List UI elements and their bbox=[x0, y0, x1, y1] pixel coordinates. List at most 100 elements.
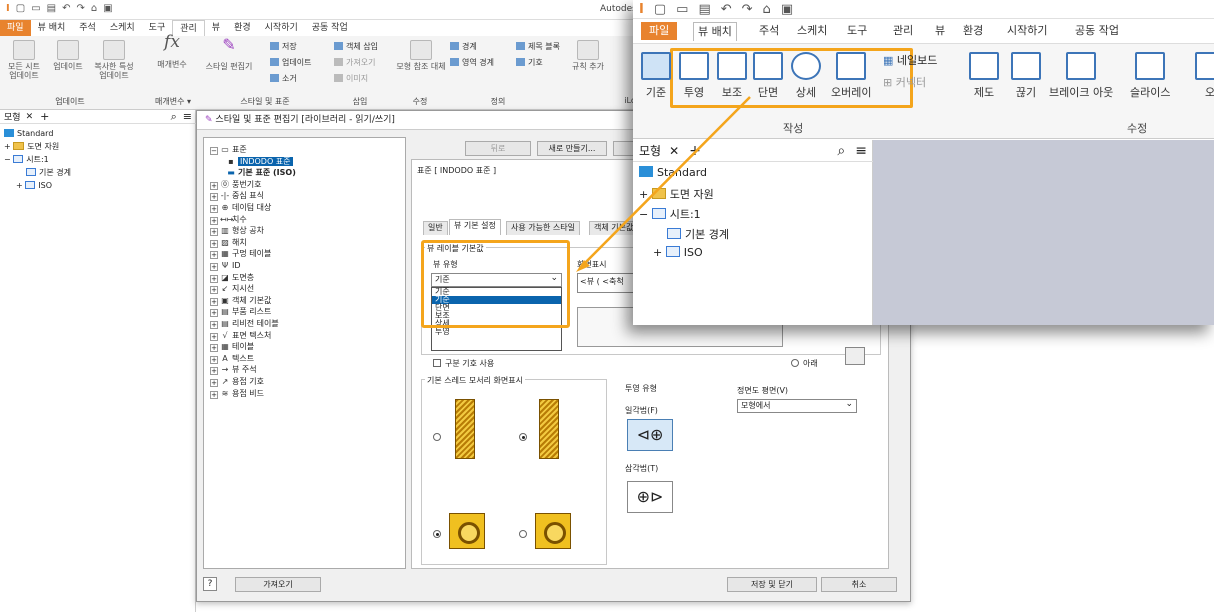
projected-view-button[interactable]: 투영 bbox=[679, 52, 709, 100]
close-tab-icon[interactable]: ✕ bbox=[26, 112, 34, 122]
nailboard-button[interactable]: ▦ 네일보드 bbox=[883, 52, 937, 68]
menu-item-6[interactable]: 뷰 bbox=[205, 20, 227, 36]
expand-toggle-icon[interactable]: + bbox=[210, 263, 218, 271]
expand-toggle-icon[interactable]: + bbox=[210, 193, 218, 202]
expand-toggle-icon[interactable]: + bbox=[210, 297, 218, 306]
image-button[interactable]: 이미지 bbox=[334, 74, 368, 84]
style-tree-node-15[interactable]: + ▤ 리비전 테이블 bbox=[210, 318, 279, 329]
style-editor-button[interactable]: ✎ 스타일 편집기 bbox=[204, 37, 254, 72]
zone-border-button[interactable]: 영역 경계 bbox=[450, 58, 494, 68]
label-position-button[interactable] bbox=[845, 347, 865, 365]
expand-toggle-icon[interactable]: + bbox=[210, 251, 218, 260]
expand-toggle-icon[interactable]: + bbox=[210, 205, 218, 213]
overlay-view-button[interactable]: 오버레이 bbox=[831, 52, 871, 100]
insert-object-button[interactable]: 객체 삽입 bbox=[334, 42, 378, 52]
break-button[interactable]: 끊기 bbox=[1011, 52, 1041, 100]
styles-update-button[interactable]: 업데이트 bbox=[270, 58, 311, 68]
section-view-button[interactable]: 단면 bbox=[753, 52, 783, 100]
inset-search-icon[interactable]: ⌕ bbox=[837, 143, 845, 159]
inset-menu-item-7[interactable]: 환경 bbox=[959, 22, 987, 40]
styles-save-button[interactable]: 저장 bbox=[270, 42, 297, 52]
help-icon[interactable]: ? bbox=[203, 577, 217, 591]
add-tab-icon[interactable]: + bbox=[40, 110, 49, 123]
style-tree-node-17[interactable]: + ▦ 테이블 bbox=[210, 341, 254, 353]
style-tree-node-4[interactable]: + -|- 중심 표식 bbox=[210, 190, 264, 202]
inset-tree-item-standard[interactable]: Standard bbox=[639, 166, 707, 179]
expand-toggle-icon[interactable]: + bbox=[210, 274, 218, 283]
style-tree-node-0[interactable]: − ▭ 표준 bbox=[210, 144, 247, 155]
inset-home-icon[interactable]: ⌂ bbox=[763, 2, 771, 17]
new-style-button[interactable]: 새로 만들기... bbox=[537, 141, 607, 156]
expand-toggle-icon[interactable]: + bbox=[210, 228, 218, 237]
tab-available-styles[interactable]: 사용 가능한 스타일 bbox=[506, 221, 580, 235]
inset-new-icon[interactable]: ▢ bbox=[654, 2, 666, 17]
inset-menu-item-1[interactable]: 뷰 배치 bbox=[693, 22, 737, 41]
inset-menu-item-8[interactable]: 시작하기 bbox=[1003, 22, 1051, 40]
first-angle-button[interactable]: ⊲⊕ bbox=[627, 419, 673, 451]
inset-redo-icon[interactable]: ↷ bbox=[742, 2, 753, 17]
style-tree-node-20[interactable]: + ↗ 용접 기호 bbox=[210, 376, 264, 387]
save-and-close-button[interactable]: 저장 및 닫기 bbox=[727, 577, 817, 592]
expand-toggle-icon[interactable]: + bbox=[210, 332, 218, 341]
style-tree-node-19[interactable]: + → 뷰 주석 bbox=[210, 364, 257, 376]
menu-item-1[interactable]: 뷰 배치 bbox=[31, 20, 73, 36]
style-tree-node-2[interactable]: ▬ 기본 표준 (ISO) bbox=[226, 167, 296, 178]
menu-item-2[interactable]: 주석 bbox=[72, 20, 103, 36]
tree-item-standard[interactable]: Standard bbox=[4, 128, 53, 139]
expand-toggle-icon[interactable]: + bbox=[210, 367, 218, 376]
style-tree-node-9[interactable]: + ▦ 구멍 테이블 bbox=[210, 248, 271, 260]
inset-menu-item-3[interactable]: 스케치 bbox=[793, 22, 831, 40]
style-tree-node-16[interactable]: + √ 표면 텍스처 bbox=[210, 330, 271, 341]
save-icon[interactable]: ▤ bbox=[47, 3, 56, 14]
style-tree-node-18[interactable]: + A 텍스트 bbox=[210, 353, 254, 364]
style-tree-node-3[interactable]: + ⓪ 풍번기호 bbox=[210, 179, 261, 190]
print-icon[interactable]: ▣ bbox=[103, 3, 112, 14]
style-tree-node-14[interactable]: + ▤ 부품 리스트 bbox=[210, 306, 271, 318]
menu-item-0[interactable]: 파일 bbox=[0, 20, 31, 36]
inset-close-tab-icon[interactable]: ✕ bbox=[669, 144, 679, 158]
expand-toggle-icon[interactable]: + bbox=[210, 379, 218, 387]
thread-end-full-radio[interactable] bbox=[433, 530, 441, 538]
auxiliary-view-button[interactable]: 보조 bbox=[717, 52, 747, 100]
menu-item-9[interactable]: 공동 작업 bbox=[305, 20, 355, 36]
inset-model-tab[interactable]: 모형 bbox=[639, 142, 661, 159]
home-icon[interactable]: ⌂ bbox=[91, 3, 97, 14]
title-block-button[interactable]: 제목 블록 bbox=[516, 42, 560, 52]
style-tree-node-1[interactable]: ▪ INDODO 표준 bbox=[226, 156, 293, 167]
update-all-sheets-button[interactable]: 모든 시트 업데이트 bbox=[4, 40, 44, 80]
replace-model-reference-button[interactable]: 모형 참조 대체 bbox=[396, 40, 446, 71]
detail-view-button[interactable]: 상세 bbox=[791, 52, 821, 100]
import-button[interactable]: 가져오기 bbox=[334, 58, 375, 68]
expand-toggle-icon[interactable]: + bbox=[210, 321, 218, 329]
tree-item-drawing-resources[interactable]: + 도면 자원 bbox=[4, 141, 59, 152]
menu-item-3[interactable]: 스케치 bbox=[103, 20, 142, 36]
breakout-button[interactable]: 브레이크 아웃 bbox=[1049, 52, 1113, 100]
style-tree-node-11[interactable]: + ◪ 도면층 bbox=[210, 272, 254, 283]
expand-toggle-icon[interactable]: + bbox=[210, 216, 218, 225]
symbol-button[interactable]: 기호 bbox=[516, 58, 543, 68]
inset-tree-item-default-border[interactable]: 기본 경계 bbox=[667, 226, 729, 242]
copy-properties-update-button[interactable]: 복사한 특성 업데이트 bbox=[92, 40, 136, 80]
menu-item-7[interactable]: 환경 bbox=[227, 20, 258, 36]
expand-toggle-icon[interactable]: + bbox=[210, 355, 218, 364]
expand-toggle-icon[interactable]: − bbox=[210, 147, 218, 155]
inset-menu-item-9[interactable]: 공동 작업 bbox=[1071, 22, 1123, 40]
inset-undo-icon[interactable]: ↶ bbox=[721, 2, 732, 17]
display-format-field[interactable]: <뷰 ( <축척 bbox=[577, 273, 637, 293]
style-tree-node-10[interactable]: + Ψ ID bbox=[210, 260, 241, 271]
group-label-parameters[interactable]: 매개변수 ▾ bbox=[148, 96, 198, 107]
styles-purge-button[interactable]: 소거 bbox=[270, 74, 297, 84]
inset-add-tab-icon[interactable]: + bbox=[689, 143, 701, 159]
front-plane-select[interactable]: 모형에서 bbox=[737, 398, 857, 413]
expand-toggle-icon[interactable]: + bbox=[210, 390, 218, 399]
import-style-button[interactable]: 가져오기 bbox=[235, 577, 321, 592]
thread-full-radio[interactable] bbox=[519, 433, 527, 441]
cancel-button[interactable]: 취소 bbox=[821, 577, 897, 592]
view-type-option-5[interactable]: 투영 bbox=[432, 328, 561, 336]
redo-icon[interactable]: ↷ bbox=[76, 3, 84, 14]
inset-tree-item-sheet-1[interactable]: − 시트:1 bbox=[639, 206, 701, 222]
expand-toggle-icon[interactable]: + bbox=[210, 239, 218, 248]
slice-button[interactable]: 슬라이스 bbox=[1130, 52, 1170, 100]
expand-toggle-icon[interactable]: + bbox=[210, 344, 218, 353]
style-tree-node-6[interactable]: + ↤↦치수 bbox=[210, 214, 247, 225]
